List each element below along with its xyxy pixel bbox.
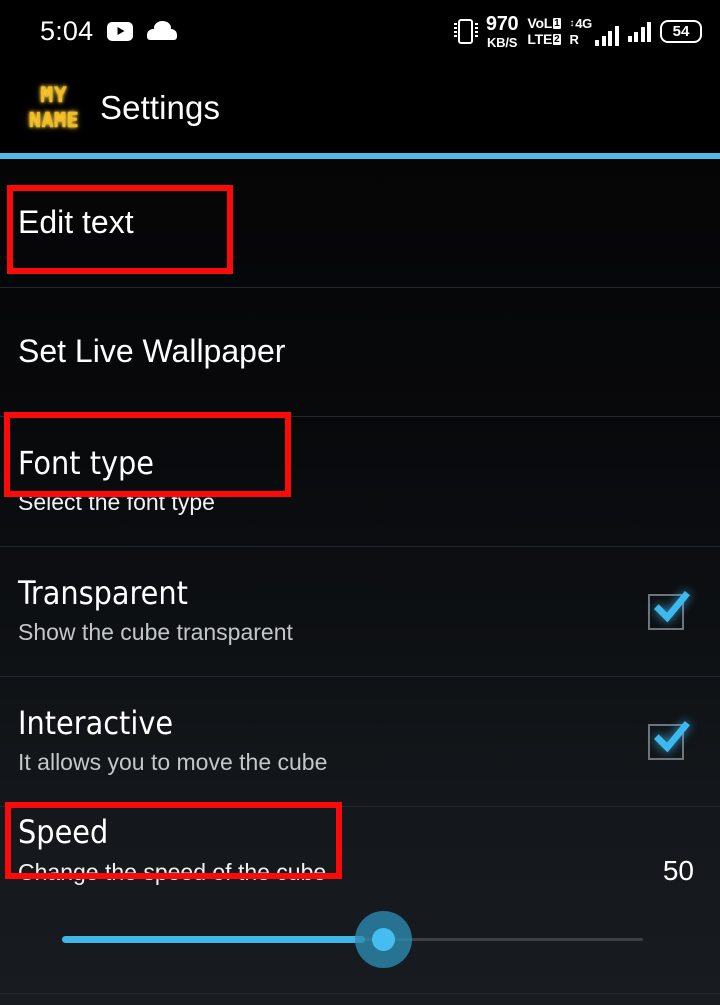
vibrate-wave-left — [453, 23, 457, 38]
signal-bar-1 — [627, 35, 632, 42]
slider-thumb[interactable] — [372, 927, 395, 951]
network-speed-indicator: 970 KB/S — [485, 12, 519, 50]
volte-sim-badge-2: 2 — [553, 33, 561, 45]
app-bar: MY NAME Settings — [0, 62, 720, 153]
transparent-checkbox[interactable] — [648, 590, 690, 630]
row-subtitle: Change the speed of the cube — [18, 858, 327, 885]
signal-bar-1 — [595, 39, 599, 46]
network-type-row: ↕ 4G — [569, 15, 593, 31]
signal-bar-4 — [614, 25, 619, 46]
signal-bar-4 — [647, 21, 651, 42]
battery-indicator: 54 — [660, 19, 702, 43]
signal-labels-sim1: ↕ 4G R — [569, 15, 593, 47]
volte-line-2: LTE 2 — [527, 31, 561, 47]
checkmark-icon — [653, 590, 690, 622]
row-title: Speed — [18, 813, 109, 851]
row-subtitle: It allows you to move the cube — [18, 749, 328, 776]
row-subtitle: Select the font type — [18, 489, 215, 516]
settings-row-set-live-wallpaper[interactable]: Set Live Wallpaper — [0, 288, 720, 417]
roaming-label: R — [569, 31, 579, 47]
speed-header: Speed — [18, 813, 698, 851]
phone-screen: 5:04 970 KB/S VoL 1 LTE 2 ↕ 4G R 54 MY N… — [0, 0, 720, 1005]
row-text: Set Live Wallpaper — [18, 335, 698, 369]
signal-bar-3 — [608, 30, 612, 46]
settings-row-speed[interactable]: Speed Change the speed of the cube 50 — [0, 807, 720, 994]
signal-bar-2 — [634, 31, 638, 42]
page-title: Settings — [100, 88, 221, 126]
status-bar-right: 970 KB/S VoL 1 LTE 2 ↕ 4G R 54 — [453, 12, 702, 50]
slider-fill — [62, 935, 365, 943]
cloud-icon — [147, 21, 178, 40]
row-title: Edit text — [18, 204, 134, 241]
data-arrows-icon: ↕ — [569, 17, 575, 29]
status-bar: 5:04 970 KB/S VoL 1 LTE 2 ↕ 4G R 54 — [0, 0, 720, 62]
network-speed-value: 970 — [485, 12, 519, 35]
signal-bar-3 — [640, 26, 645, 42]
signal-bar-2 — [601, 35, 606, 46]
volte-indicator: VoL 1 LTE 2 — [527, 15, 561, 47]
settings-row-transparent[interactable]: Transparent Show the cube transparent — [0, 547, 720, 677]
volte-text-1: VoL — [527, 15, 553, 31]
status-clock: 5:04 — [40, 15, 94, 46]
network-speed-unit: KB/S — [486, 34, 518, 50]
speed-slider[interactable] — [18, 910, 698, 968]
vibrate-wave-right — [474, 23, 478, 38]
signal-bars-sim1 — [595, 25, 619, 46]
settings-row-font-type[interactable]: Font type Select the font type — [0, 417, 720, 547]
row-title: Transparent — [18, 573, 188, 612]
row-title: Font type — [18, 443, 155, 482]
app-logo-line-1: MY — [40, 83, 68, 107]
youtube-icon — [107, 21, 134, 41]
volte-text-2: LTE — [527, 31, 553, 47]
app-logo-line-2: NAME — [28, 108, 80, 132]
signal-bars-sim2 — [627, 21, 651, 42]
row-text: Edit text — [18, 206, 698, 240]
row-title: Set Live Wallpaper — [18, 333, 286, 370]
speed-subtitle-line: Change the speed of the cube 50 — [18, 850, 698, 887]
volte-sim-badge-1: 1 — [553, 17, 561, 29]
vibrate-body — [458, 18, 474, 44]
interactive-checkbox[interactable] — [648, 720, 690, 760]
row-text: Transparent Show the cube transparent — [18, 573, 648, 647]
settings-row-interactive[interactable]: Interactive It allows you to move the cu… — [0, 677, 720, 807]
vibrate-icon — [453, 18, 478, 44]
signal-indicator-sim1: ↕ 4G R — [570, 17, 619, 46]
settings-list: Edit text Set Live Wallpaper Font type S… — [0, 159, 720, 994]
row-title: Interactive — [18, 703, 174, 742]
row-text: Interactive It allows you to move the cu… — [18, 703, 648, 777]
app-logo-icon: MY NAME — [22, 77, 86, 138]
row-text: Font type Select the font type — [18, 443, 698, 517]
network-type-label: 4G — [575, 15, 592, 31]
row-subtitle: Show the cube transparent — [18, 619, 293, 646]
volte-line-1: VoL 1 — [527, 15, 561, 31]
settings-row-edit-text[interactable]: Edit text — [0, 159, 720, 288]
status-bar-left: 5:04 — [40, 15, 178, 47]
checkmark-icon — [653, 720, 690, 752]
speed-value-label: 50 — [662, 854, 694, 886]
